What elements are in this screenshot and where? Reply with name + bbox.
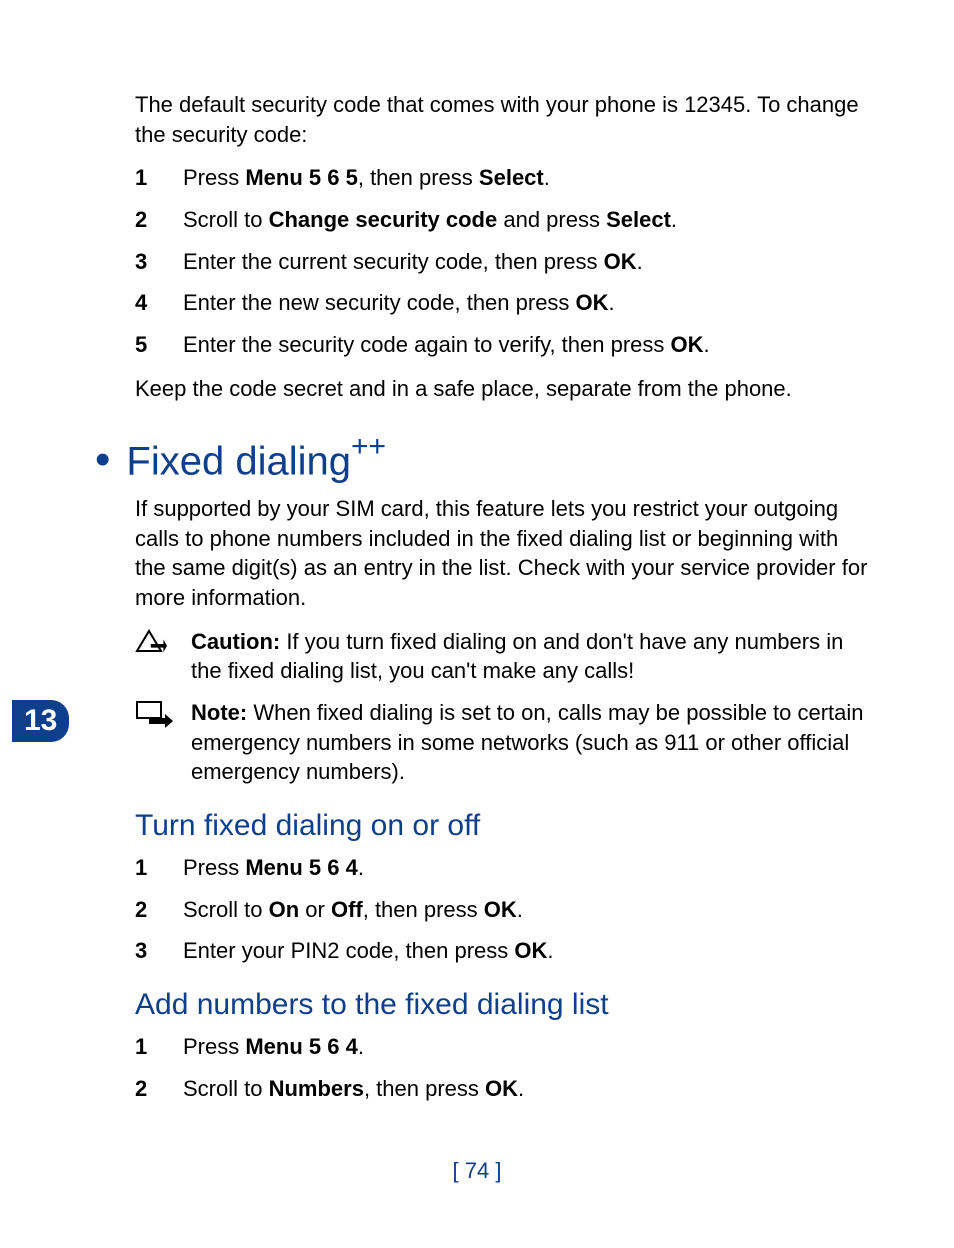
step-text: Press Menu 5 6 5, then press Select.	[183, 163, 874, 193]
step-text: Enter your PIN2 code, then press OK.	[183, 936, 874, 966]
turn-on-off-steps: 1Press Menu 5 6 4.2Scroll to On or Off, …	[135, 853, 874, 966]
step-number: 5	[135, 330, 183, 360]
step-number: 4	[135, 288, 183, 318]
heading-suffix: ++	[351, 430, 386, 463]
step-text: Scroll to On or Off, then press OK.	[183, 895, 874, 925]
step-item: 5Enter the security code again to verify…	[135, 330, 874, 360]
step-number: 1	[135, 163, 183, 193]
note-block: Note: When fixed dialing is set to on, c…	[135, 698, 874, 787]
subsection-heading-turn-on-off: Turn fixed dialing on or off	[135, 809, 874, 843]
step-text: Scroll to Numbers, then press OK.	[183, 1074, 874, 1104]
caution-icon	[135, 627, 191, 686]
step-number: 1	[135, 1032, 183, 1062]
step-number: 3	[135, 936, 183, 966]
section-heading-row: • Fixed dialing++	[95, 434, 874, 484]
keep-secret-paragraph: Keep the code secret and in a safe place…	[135, 374, 874, 404]
step-item: 1Press Menu 5 6 4.	[135, 1032, 874, 1062]
step-text: Scroll to Change security code and press…	[183, 205, 874, 235]
step-text: Enter the new security code, then press …	[183, 288, 874, 318]
step-item: 2Scroll to Numbers, then press OK.	[135, 1074, 874, 1104]
step-number: 1	[135, 853, 183, 883]
page-number: [ 74 ]	[0, 1158, 954, 1184]
caution-block: Caution: If you turn fixed dialing on an…	[135, 627, 874, 686]
fixed-dialing-paragraph: If supported by your SIM card, this feat…	[135, 494, 874, 613]
step-item: 4Enter the new security code, then press…	[135, 288, 874, 318]
step-text: Press Menu 5 6 4.	[183, 1032, 874, 1062]
subsection-heading-add-numbers: Add numbers to the fixed dialing list	[135, 988, 874, 1022]
section-heading: Fixed dialing++	[126, 434, 386, 484]
add-numbers-steps: 1Press Menu 5 6 4.2Scroll to Numbers, th…	[135, 1032, 874, 1103]
note-text: Note: When fixed dialing is set to on, c…	[191, 698, 874, 787]
step-item: 1Press Menu 5 6 4.	[135, 853, 874, 883]
security-code-steps: 1Press Menu 5 6 5, then press Select.2Sc…	[135, 163, 874, 359]
bullet-icon: •	[95, 438, 110, 482]
note-icon	[135, 698, 191, 787]
step-item: 1Press Menu 5 6 5, then press Select.	[135, 163, 874, 193]
step-item: 2Scroll to Change security code and pres…	[135, 205, 874, 235]
step-text: Enter the current security code, then pr…	[183, 247, 874, 277]
step-item: 2Scroll to On or Off, then press OK.	[135, 895, 874, 925]
page-content: The default security code that comes wit…	[0, 0, 954, 1157]
step-item: 3Enter your PIN2 code, then press OK.	[135, 936, 874, 966]
step-item: 3Enter the current security code, then p…	[135, 247, 874, 277]
step-number: 2	[135, 895, 183, 925]
step-text: Enter the security code again to verify,…	[183, 330, 874, 360]
step-text: Press Menu 5 6 4.	[183, 853, 874, 883]
step-number: 3	[135, 247, 183, 277]
caution-text: Caution: If you turn fixed dialing on an…	[191, 627, 874, 686]
step-number: 2	[135, 1074, 183, 1104]
step-number: 2	[135, 205, 183, 235]
intro-paragraph: The default security code that comes wit…	[135, 90, 874, 149]
